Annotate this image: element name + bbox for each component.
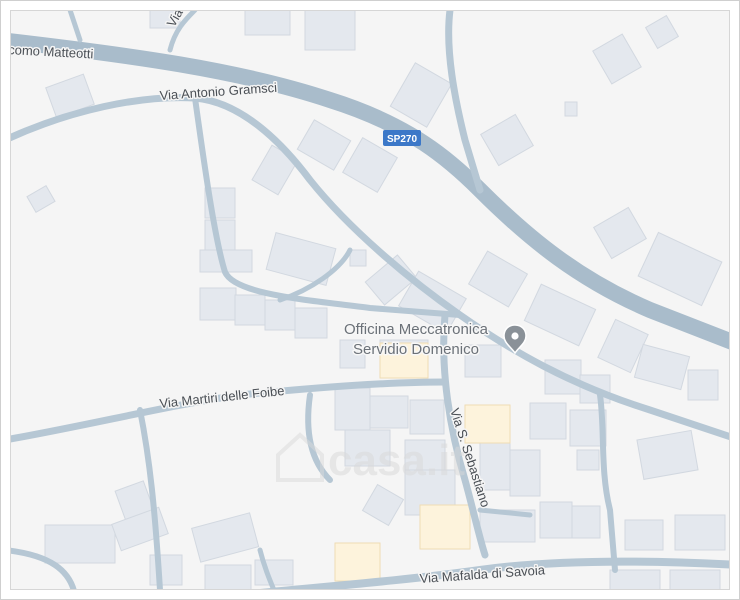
poi-label-line2: Servidio Domenico — [353, 341, 479, 358]
poi-label-line1: Officina Meccatronica — [344, 321, 489, 338]
map-canvas[interactable]: SP270 como Matteotti Via Antonio Gramsci… — [10, 10, 730, 590]
watermark-text: casa.it — [328, 436, 465, 485]
map-viewport[interactable]: SP270 como Matteotti Via Antonio Gramsci… — [0, 0, 740, 600]
route-shield-label: SP270 — [387, 134, 417, 145]
route-shield: SP270 — [383, 130, 421, 146]
